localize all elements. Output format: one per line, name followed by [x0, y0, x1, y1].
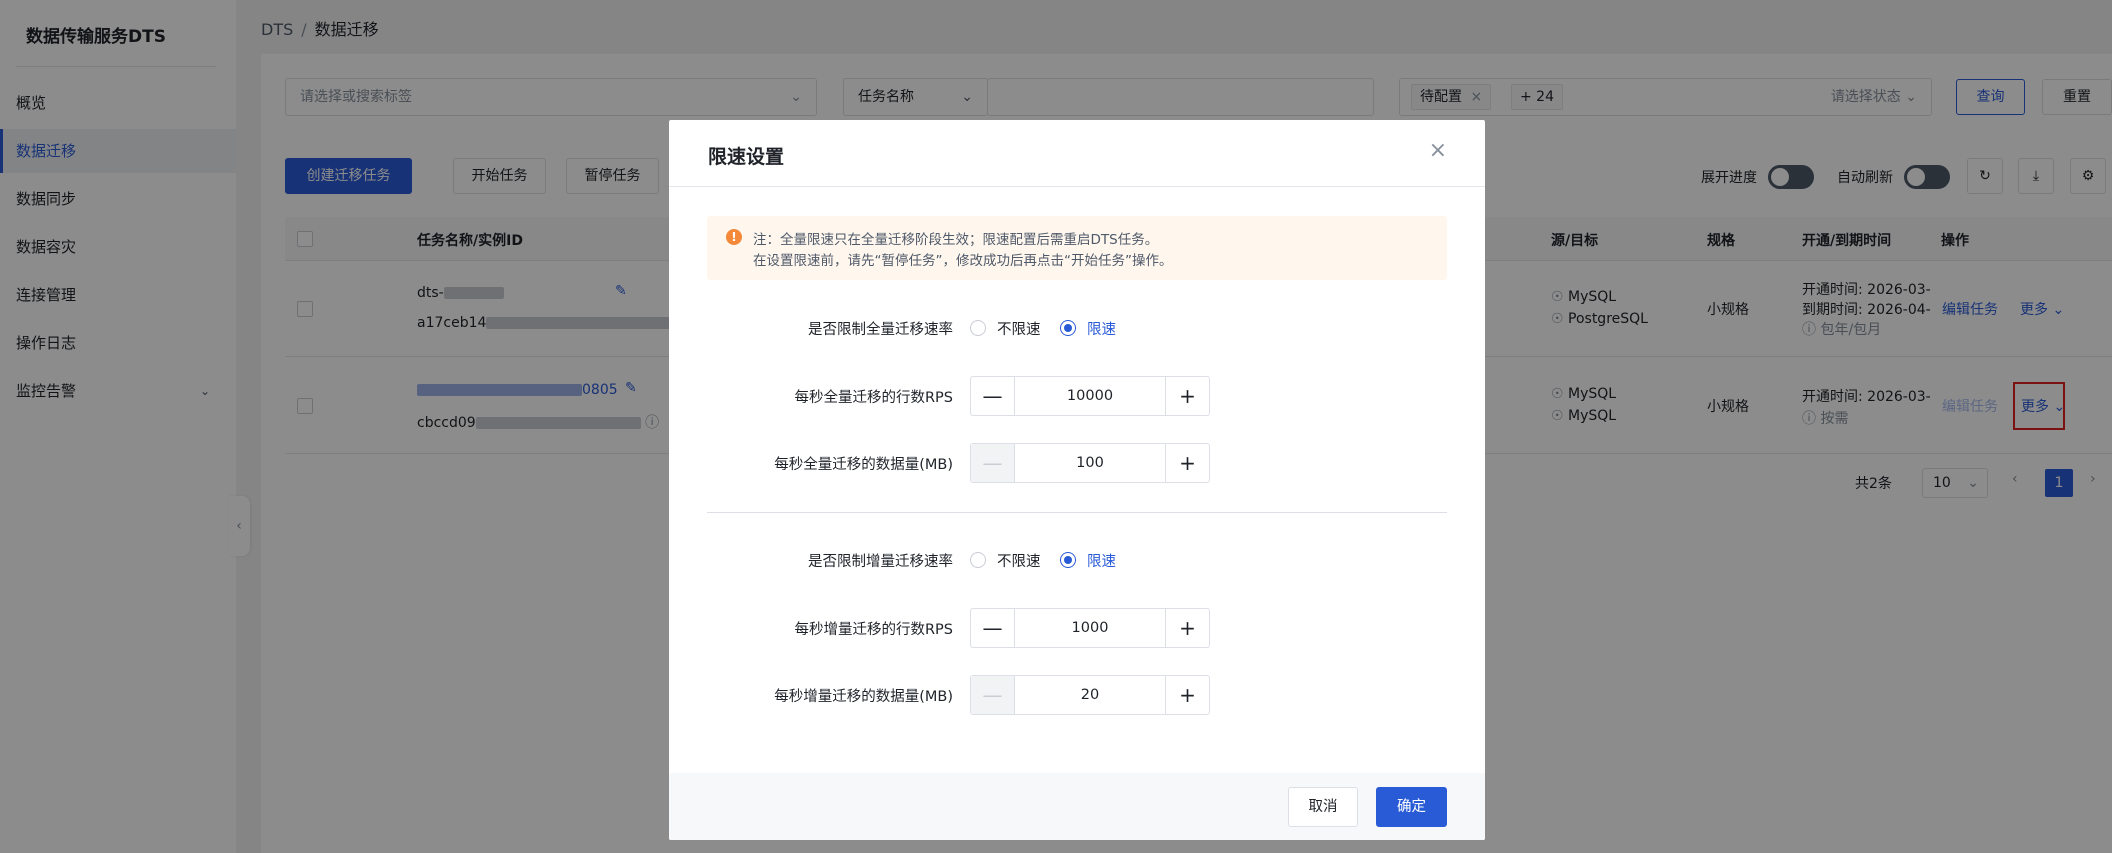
- increment-button[interactable]: +: [1165, 377, 1209, 415]
- inc-no-limit-label[interactable]: 不限速: [997, 550, 1041, 571]
- dialog-divider: [669, 186, 1485, 187]
- cancel-button[interactable]: 取消: [1288, 787, 1358, 827]
- full-mb-input[interactable]: 100: [1015, 444, 1165, 482]
- increment-button[interactable]: +: [1165, 444, 1209, 482]
- full-rps-label: 每秒全量迁移的行数RPS: [794, 390, 953, 406]
- full-no-limit-label[interactable]: 不限速: [997, 318, 1041, 339]
- notice-banner: ! 注：全量限速只在全量迁移阶段生效；限速配置后需重启DTS任务。 在设置限速前…: [707, 216, 1447, 280]
- full-mb-label: 每秒全量迁移的数据量(MB): [774, 457, 953, 473]
- full-no-limit-radio[interactable]: [970, 320, 986, 336]
- increment-button[interactable]: +: [1165, 609, 1209, 647]
- increment-button[interactable]: +: [1165, 676, 1209, 714]
- section-divider: [707, 512, 1447, 513]
- rate-limit-dialog: 限速设置 × ! 注：全量限速只在全量迁移阶段生效；限速配置后需重启DTS任务。…: [669, 120, 1485, 840]
- inc-mb-stepper[interactable]: — 20 +: [970, 675, 1210, 715]
- notice-line-2: 在设置限速前，请先“暂停任务”，修改成功后再点击“开始任务”操作。: [753, 253, 1173, 269]
- inc-rps-stepper[interactable]: — 1000 +: [970, 608, 1210, 648]
- decrement-button[interactable]: —: [971, 609, 1015, 647]
- inc-rps-input[interactable]: 1000: [1015, 609, 1165, 647]
- inc-limit-radio[interactable]: [1060, 552, 1076, 568]
- full-limit-label: 是否限制全量迁移速率: [808, 322, 953, 338]
- close-icon[interactable]: ×: [1429, 138, 1447, 163]
- confirm-button[interactable]: 确定: [1376, 787, 1447, 827]
- inc-rps-label: 每秒增量迁移的行数RPS: [794, 622, 953, 638]
- inc-mb-input[interactable]: 20: [1015, 676, 1165, 714]
- inc-limit-option-label[interactable]: 限速: [1087, 550, 1116, 571]
- decrement-button[interactable]: —: [971, 377, 1015, 415]
- decrement-button: —: [971, 444, 1015, 482]
- full-limit-radio[interactable]: [1060, 320, 1076, 336]
- full-rps-input[interactable]: 10000: [1015, 377, 1165, 415]
- dialog-footer: 取消 确定: [669, 773, 1485, 840]
- inc-mb-label: 每秒增量迁移的数据量(MB): [774, 689, 953, 705]
- dialog-title: 限速设置: [708, 146, 785, 168]
- inc-limit-label: 是否限制增量迁移速率: [808, 554, 953, 570]
- full-rps-stepper[interactable]: — 10000 +: [970, 376, 1210, 416]
- notice-line-1: 注：全量限速只在全量迁移阶段生效；限速配置后需重启DTS任务。: [753, 232, 1159, 248]
- full-mb-stepper[interactable]: — 100 +: [970, 443, 1210, 483]
- decrement-button: —: [971, 676, 1015, 714]
- full-limit-option-label[interactable]: 限速: [1087, 318, 1116, 339]
- warning-icon: !: [726, 229, 742, 245]
- inc-no-limit-radio[interactable]: [970, 552, 986, 568]
